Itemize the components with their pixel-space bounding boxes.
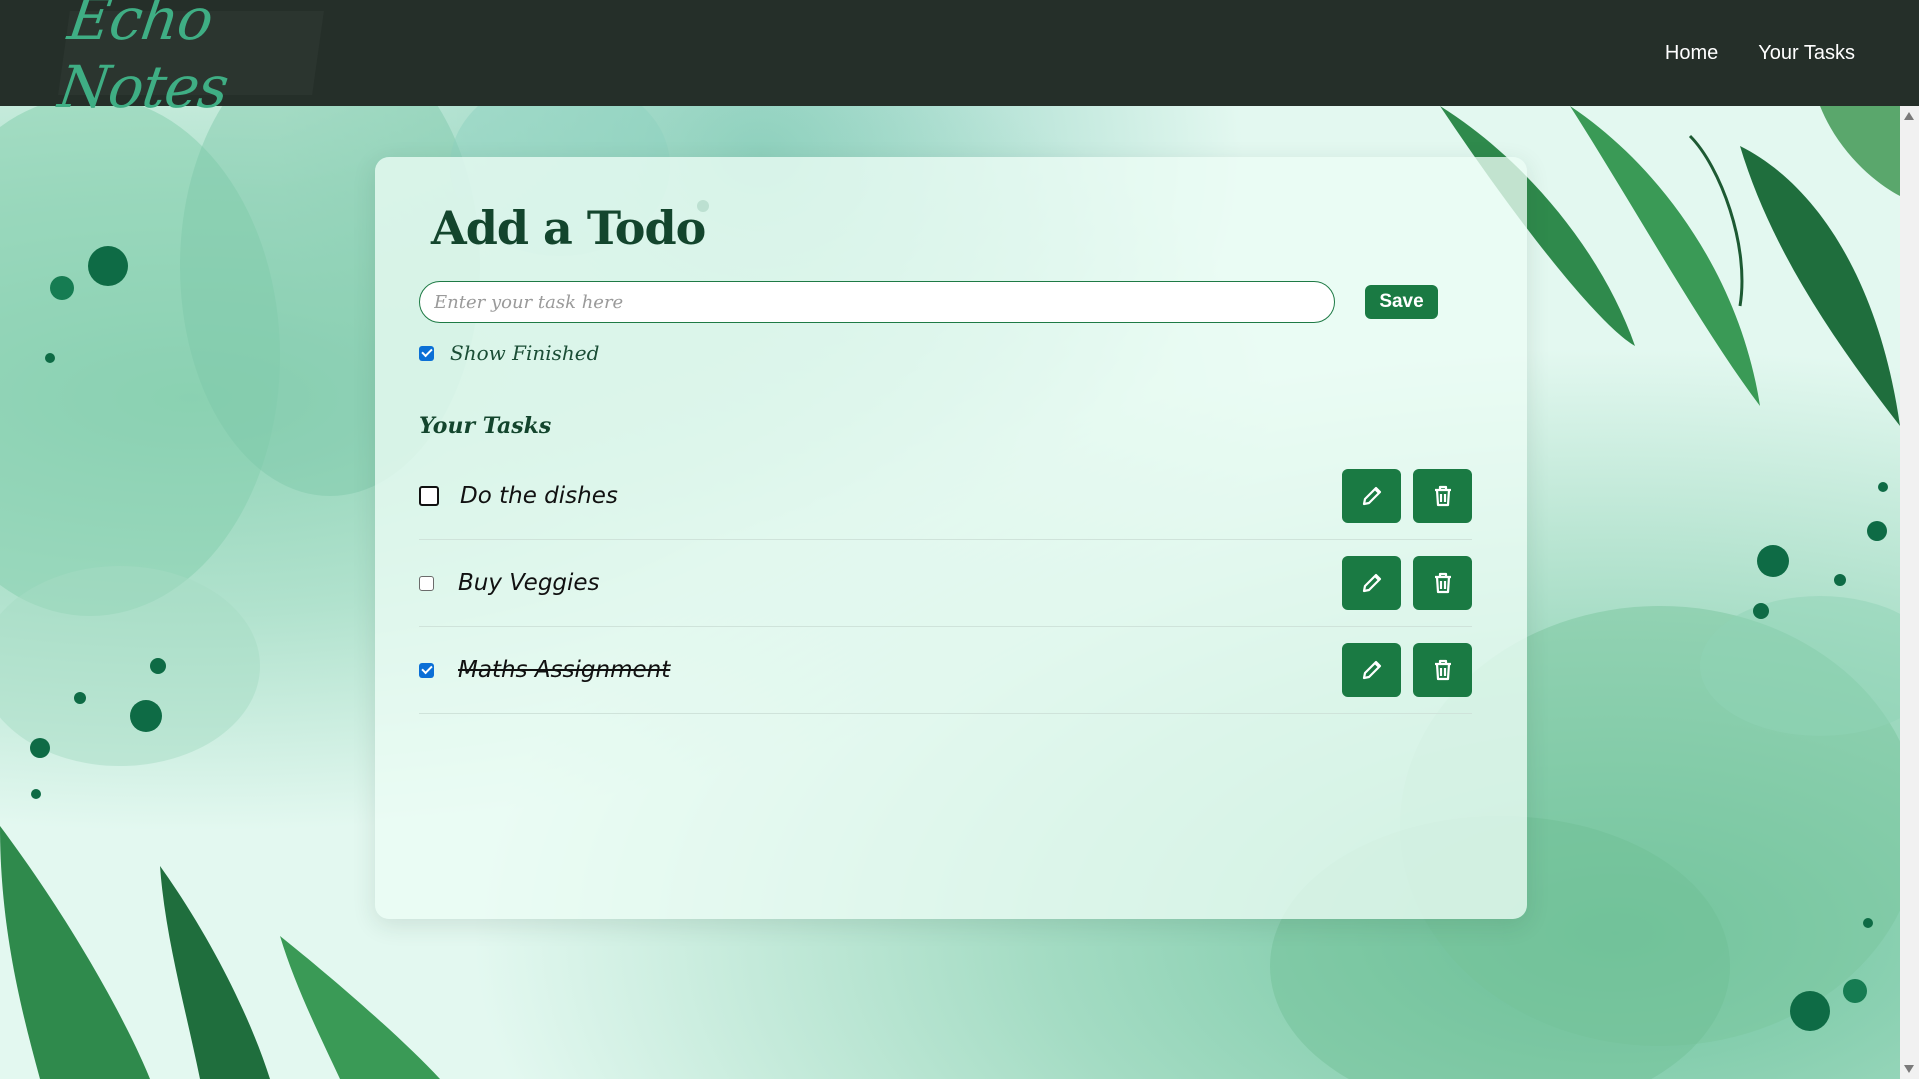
add-task-row: Save [419, 281, 1483, 323]
trash-icon [1434, 572, 1451, 594]
pencil-icon [1362, 573, 1381, 593]
nav-link-home[interactable]: Home [1665, 42, 1718, 65]
task-text: Do the dishes [460, 483, 618, 509]
show-finished-checkbox[interactable] [419, 345, 434, 361]
todo-card: Add a Todo Save Show Finished Your Tasks… [375, 157, 1527, 919]
task-actions [1342, 556, 1472, 610]
scroll-up-arrow-icon[interactable] [1904, 112, 1914, 120]
task-checkbox[interactable] [419, 662, 434, 678]
page-scrollbar[interactable] [1900, 106, 1919, 1079]
delete-button[interactable] [1413, 469, 1472, 523]
pencil-icon [1362, 486, 1381, 506]
nav-link-your-tasks[interactable]: Your Tasks [1758, 42, 1855, 65]
task-checkbox[interactable] [419, 575, 434, 591]
edit-button[interactable] [1342, 469, 1401, 523]
save-button[interactable]: Save [1365, 285, 1438, 319]
show-finished-label[interactable]: Show Finished [450, 341, 599, 365]
show-finished-row: Show Finished [419, 341, 1483, 365]
tasks-heading: Your Tasks [419, 413, 552, 439]
delete-button[interactable] [1413, 643, 1472, 697]
task-row: Buy Veggies [419, 540, 1472, 627]
task-row: Maths Assignment [419, 627, 1472, 714]
task-checkbox[interactable] [419, 486, 439, 506]
task-text: Buy Veggies [458, 570, 600, 596]
trash-icon [1434, 485, 1451, 507]
pencil-icon [1362, 660, 1381, 680]
task-input[interactable] [419, 281, 1335, 323]
scroll-down-arrow-icon[interactable] [1904, 1065, 1914, 1073]
trash-icon [1434, 659, 1451, 681]
task-text: Maths Assignment [458, 657, 671, 683]
brand-logo[interactable]: Echo Notes [54, 0, 324, 121]
page-title: Add a Todo [431, 201, 706, 255]
task-list: Do the dishes Buy Veggies Maths Assignme… [419, 453, 1472, 714]
edit-button[interactable] [1342, 643, 1401, 697]
task-actions [1342, 643, 1472, 697]
nav-links: Home Your Tasks [1665, 42, 1855, 65]
delete-button[interactable] [1413, 556, 1472, 610]
edit-button[interactable] [1342, 556, 1401, 610]
task-row: Do the dishes [419, 453, 1472, 540]
task-actions [1342, 469, 1472, 523]
navbar: Echo Notes Home Your Tasks [0, 0, 1919, 121]
